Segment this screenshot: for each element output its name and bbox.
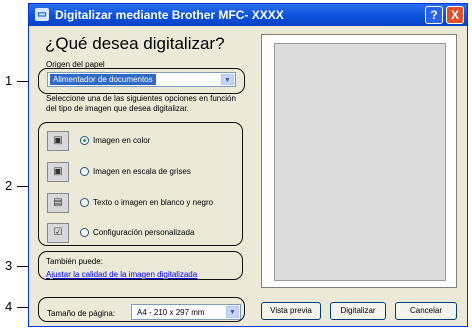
scanner-icon: ▭ [35,8,49,21]
preview-button[interactable]: Vista previa [261,302,321,320]
scan-button[interactable]: Digitalizar [330,302,386,320]
preview-page [274,43,446,281]
title-bar[interactable]: ▭ Digitalizar mediante Brother MFC- XXXX… [29,4,467,26]
highlight-also [38,251,243,280]
highlight-options [38,122,243,246]
help-button[interactable]: ? [425,6,443,24]
window-title: Digitalizar mediante Brother MFC- XXXX [55,8,284,22]
callout-3: 3 [5,258,13,273]
preview-area [261,34,457,288]
callout-2: 2 [5,178,13,193]
cancel-button[interactable]: Cancelar [395,302,457,320]
callout-1: 1 [5,73,13,88]
close-button[interactable]: X [446,6,464,24]
highlight-paper-source [38,68,245,94]
page-title: ¿Qué desea digitalizar? [45,34,225,53]
instructions-text: Seleccione una de las siguientes opcione… [46,94,236,113]
highlight-page-size [38,297,245,322]
callout-4: 4 [5,299,13,314]
